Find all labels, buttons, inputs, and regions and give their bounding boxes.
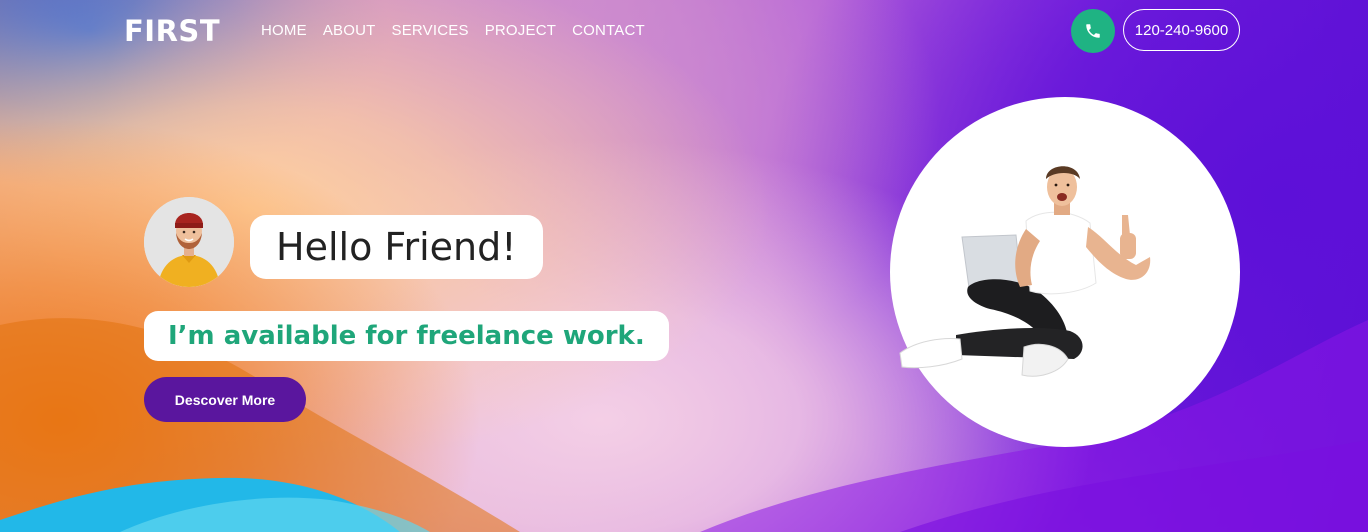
greeting-text: Hello Friend!	[276, 225, 517, 269]
hero-person-image	[899, 166, 1151, 377]
nav-home-link[interactable]: HOME	[261, 22, 307, 39]
phone-button[interactable]	[1071, 9, 1115, 53]
discover-more-button[interactable]: Descover More	[144, 377, 306, 422]
nav-project-link[interactable]: PROJECT	[485, 22, 556, 39]
phone-icon	[1086, 24, 1100, 38]
nav-about-link[interactable]: ABOUT	[323, 22, 376, 39]
tagline-text: I’m available for freelance work.	[168, 321, 645, 351]
phone-number-pill[interactable]: 120-240-9600	[1123, 9, 1240, 51]
avatar	[144, 197, 234, 287]
nav-contact-link[interactable]: CONTACT	[572, 22, 645, 39]
nav-services-link[interactable]: SERVICES	[392, 22, 469, 39]
avatar-image	[144, 197, 234, 287]
site-logo[interactable]: FIRST	[124, 14, 220, 48]
tagline-bubble: I’m available for freelance work.	[144, 311, 669, 361]
main-nav: HOME ABOUT SERVICES PROJECT CONTACT	[261, 22, 645, 39]
greeting-bubble: Hello Friend!	[250, 215, 543, 279]
